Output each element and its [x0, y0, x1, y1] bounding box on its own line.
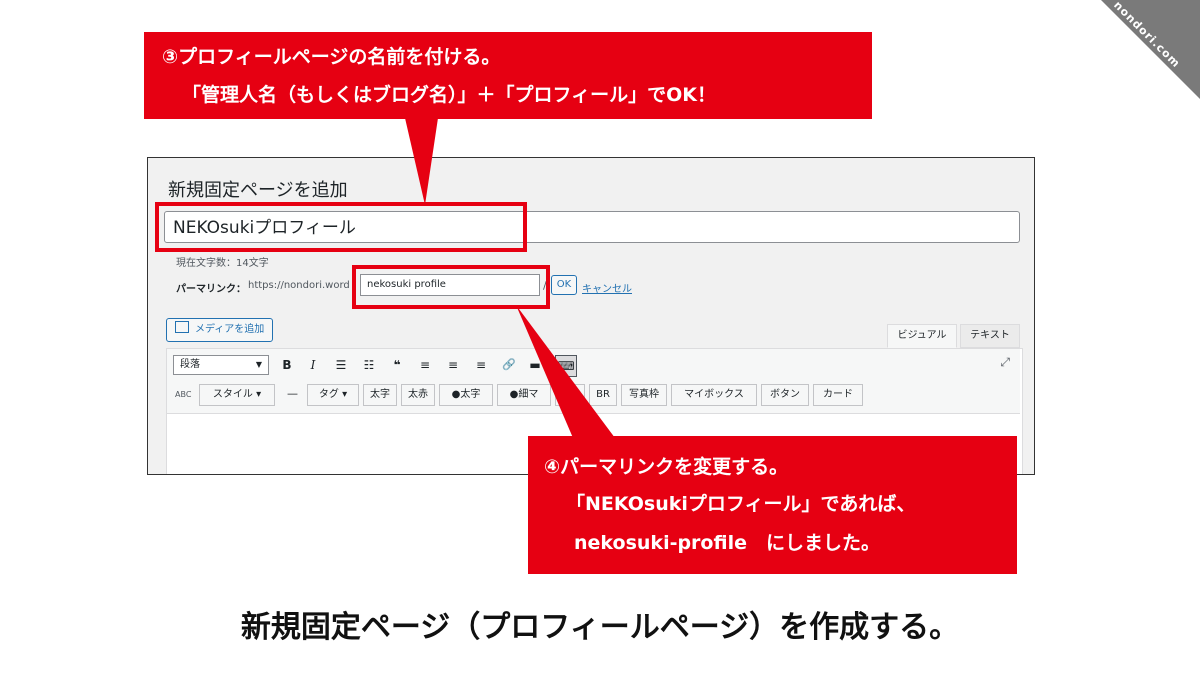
callout-step3-line1: ③プロフィールページの名前を付ける。	[162, 46, 501, 68]
bottom-caption: 新規固定ページ（プロフィールページ）を作成する。	[240, 610, 960, 645]
callout-step3: ③プロフィールページの名前を付ける。 「管理人名（もしくはブログ名）」＋「プロフ…	[144, 32, 872, 119]
callout-step3-line2: 「管理人名（もしくはブログ名）」＋「プロフィール」でOK！	[182, 84, 716, 106]
callout-step3-pointer	[405, 118, 438, 205]
highlight-slug-frame	[352, 265, 550, 309]
highlight-title-frame	[155, 202, 527, 252]
callout-step4-line1: ④パーマリンクを変更する。	[544, 456, 789, 478]
callout-step4: ④パーマリンクを変更する。 「NEKOsukiプロフィール」であれば、 neko…	[528, 436, 1017, 574]
callout-step4-line2: 「NEKOsukiプロフィール」であれば、	[566, 493, 916, 515]
callout-step4-line3: nekosuki-profile にしました。	[574, 532, 880, 554]
callout-step4-pointer	[516, 305, 615, 438]
